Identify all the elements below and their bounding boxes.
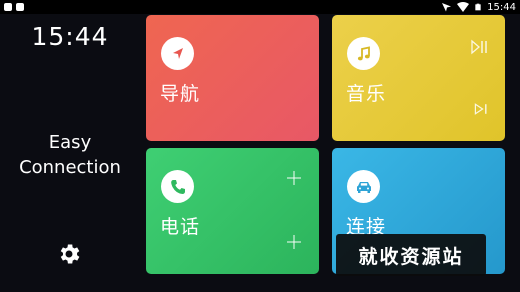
app-title-line2: Connection — [19, 157, 121, 178]
status-bar: 15:44 — [0, 0, 520, 14]
phone-label: 电话 — [160, 216, 201, 238]
navigation-label: 导航 — [160, 83, 201, 105]
skip-next-icon[interactable] — [473, 101, 489, 117]
battery-icon — [475, 3, 481, 11]
navigation-tile[interactable]: 导航 — [146, 15, 319, 141]
watermark: 就收资源站 — [336, 234, 486, 276]
app-title-line1: Easy — [48, 132, 92, 153]
car-icon — [347, 170, 380, 203]
phone-tile[interactable]: 电话 — [146, 148, 319, 274]
location-icon — [442, 3, 452, 12]
phone-icon — [161, 170, 194, 203]
music-note-icon — [347, 37, 380, 70]
add-icon[interactable] — [285, 169, 303, 187]
play-pause-icon[interactable] — [470, 37, 490, 57]
music-tile[interactable]: 音乐 — [332, 15, 505, 141]
navigation-arrow-icon — [161, 37, 194, 70]
notification-square-icon — [16, 3, 24, 11]
gear-icon[interactable] — [56, 241, 82, 267]
status-time: 15:44 — [487, 1, 516, 13]
app-title: Easy Connection — [0, 130, 140, 180]
sidebar: 15:44 Easy Connection — [0, 14, 140, 292]
clock: 15:44 — [31, 22, 109, 51]
notification-square-icon — [4, 3, 12, 11]
add-icon[interactable] — [285, 233, 303, 251]
wifi-icon — [457, 2, 470, 12]
music-label: 音乐 — [346, 83, 387, 105]
